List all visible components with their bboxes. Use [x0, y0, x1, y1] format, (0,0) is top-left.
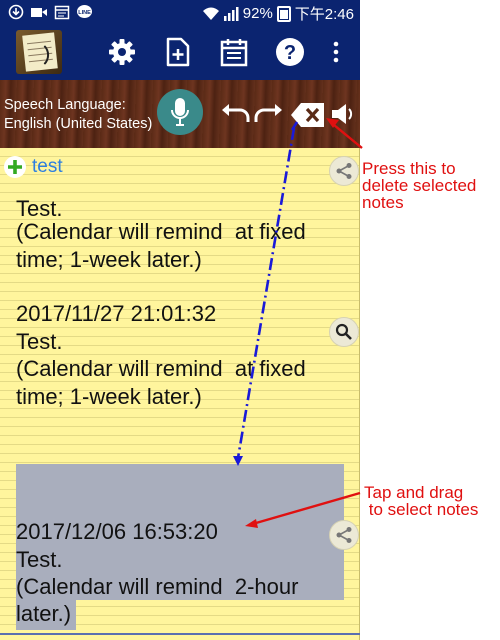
svg-text:LINE: LINE	[78, 10, 91, 16]
battery-percent: 92%	[242, 5, 273, 22]
undo-button[interactable]	[221, 102, 251, 129]
note-timestamp: 2017/12/06 16:53:20	[16, 519, 218, 544]
more-button[interactable]	[320, 36, 352, 68]
settings-button[interactable]	[106, 36, 138, 68]
share-icon	[336, 163, 352, 179]
svg-text:?: ?	[284, 42, 296, 64]
redo-icon	[254, 104, 282, 122]
battery-icon	[276, 5, 291, 22]
note-line: (Calendar will remind 2-hour	[16, 574, 299, 599]
note-header: test	[4, 156, 63, 178]
status-bar: LINE 92% 下午2:46	[0, 0, 360, 24]
note-line: (Calendar will remind at fixed	[16, 356, 306, 381]
line-icon: LINE	[77, 5, 92, 18]
help-button[interactable]: ?	[274, 36, 306, 68]
add-icon[interactable]	[4, 156, 26, 178]
toolbar: ?	[0, 24, 360, 80]
search-icon	[335, 323, 352, 340]
divider	[0, 633, 360, 635]
wifi-icon	[202, 7, 219, 20]
note-line: later.)	[16, 601, 72, 626]
note-line: time; 1-week later.)	[16, 384, 202, 409]
note-title[interactable]: test	[32, 156, 63, 178]
help-icon: ?	[276, 38, 304, 66]
note-line: Test.	[16, 329, 63, 354]
video-icon	[31, 8, 47, 17]
add-note-button[interactable]	[162, 36, 194, 68]
drag-hint-annotation: Tap and drag to select notes	[364, 483, 479, 519]
clock: 下午2:46	[294, 6, 354, 23]
download-icon	[8, 4, 24, 20]
signal-icon	[223, 7, 239, 21]
redo-button[interactable]	[253, 102, 283, 129]
delete-hint-annotation: Press this to delete selected notes	[362, 159, 477, 212]
speaker-icon	[332, 104, 353, 124]
calendar-button[interactable]	[218, 36, 250, 68]
speech-language-value: English (United States)	[4, 116, 153, 132]
add-note-icon	[166, 37, 190, 67]
calendar-icon	[54, 5, 70, 20]
phone-screen: LINE 92% 下午2:46 ? Speech Language: Engli…	[0, 0, 360, 640]
speaker-button[interactable]	[331, 102, 353, 131]
share-icon	[336, 527, 352, 543]
note-line: (Calendar will remind at fixed	[16, 219, 306, 244]
note-timestamp: 2017/11/27 21:01:32	[16, 301, 217, 326]
microphone-icon	[171, 98, 189, 126]
calendar-icon	[220, 39, 248, 67]
speech-language-label[interactable]: Speech Language: English (United States)	[4, 96, 152, 134]
delete-selected-button[interactable]	[290, 102, 326, 133]
note-line: time; 1-week later.)	[16, 247, 202, 272]
app-logo[interactable]	[16, 30, 62, 74]
share-button[interactable]	[329, 520, 359, 550]
share-button[interactable]	[329, 156, 359, 186]
undo-icon	[222, 104, 250, 122]
plus-icon	[8, 160, 22, 174]
gear-icon	[109, 39, 135, 65]
search-button[interactable]	[329, 317, 359, 347]
backspace-icon	[291, 103, 324, 127]
more-icon	[333, 41, 339, 63]
microphone-button[interactable]	[157, 89, 203, 135]
note-line: Test.	[16, 547, 63, 572]
